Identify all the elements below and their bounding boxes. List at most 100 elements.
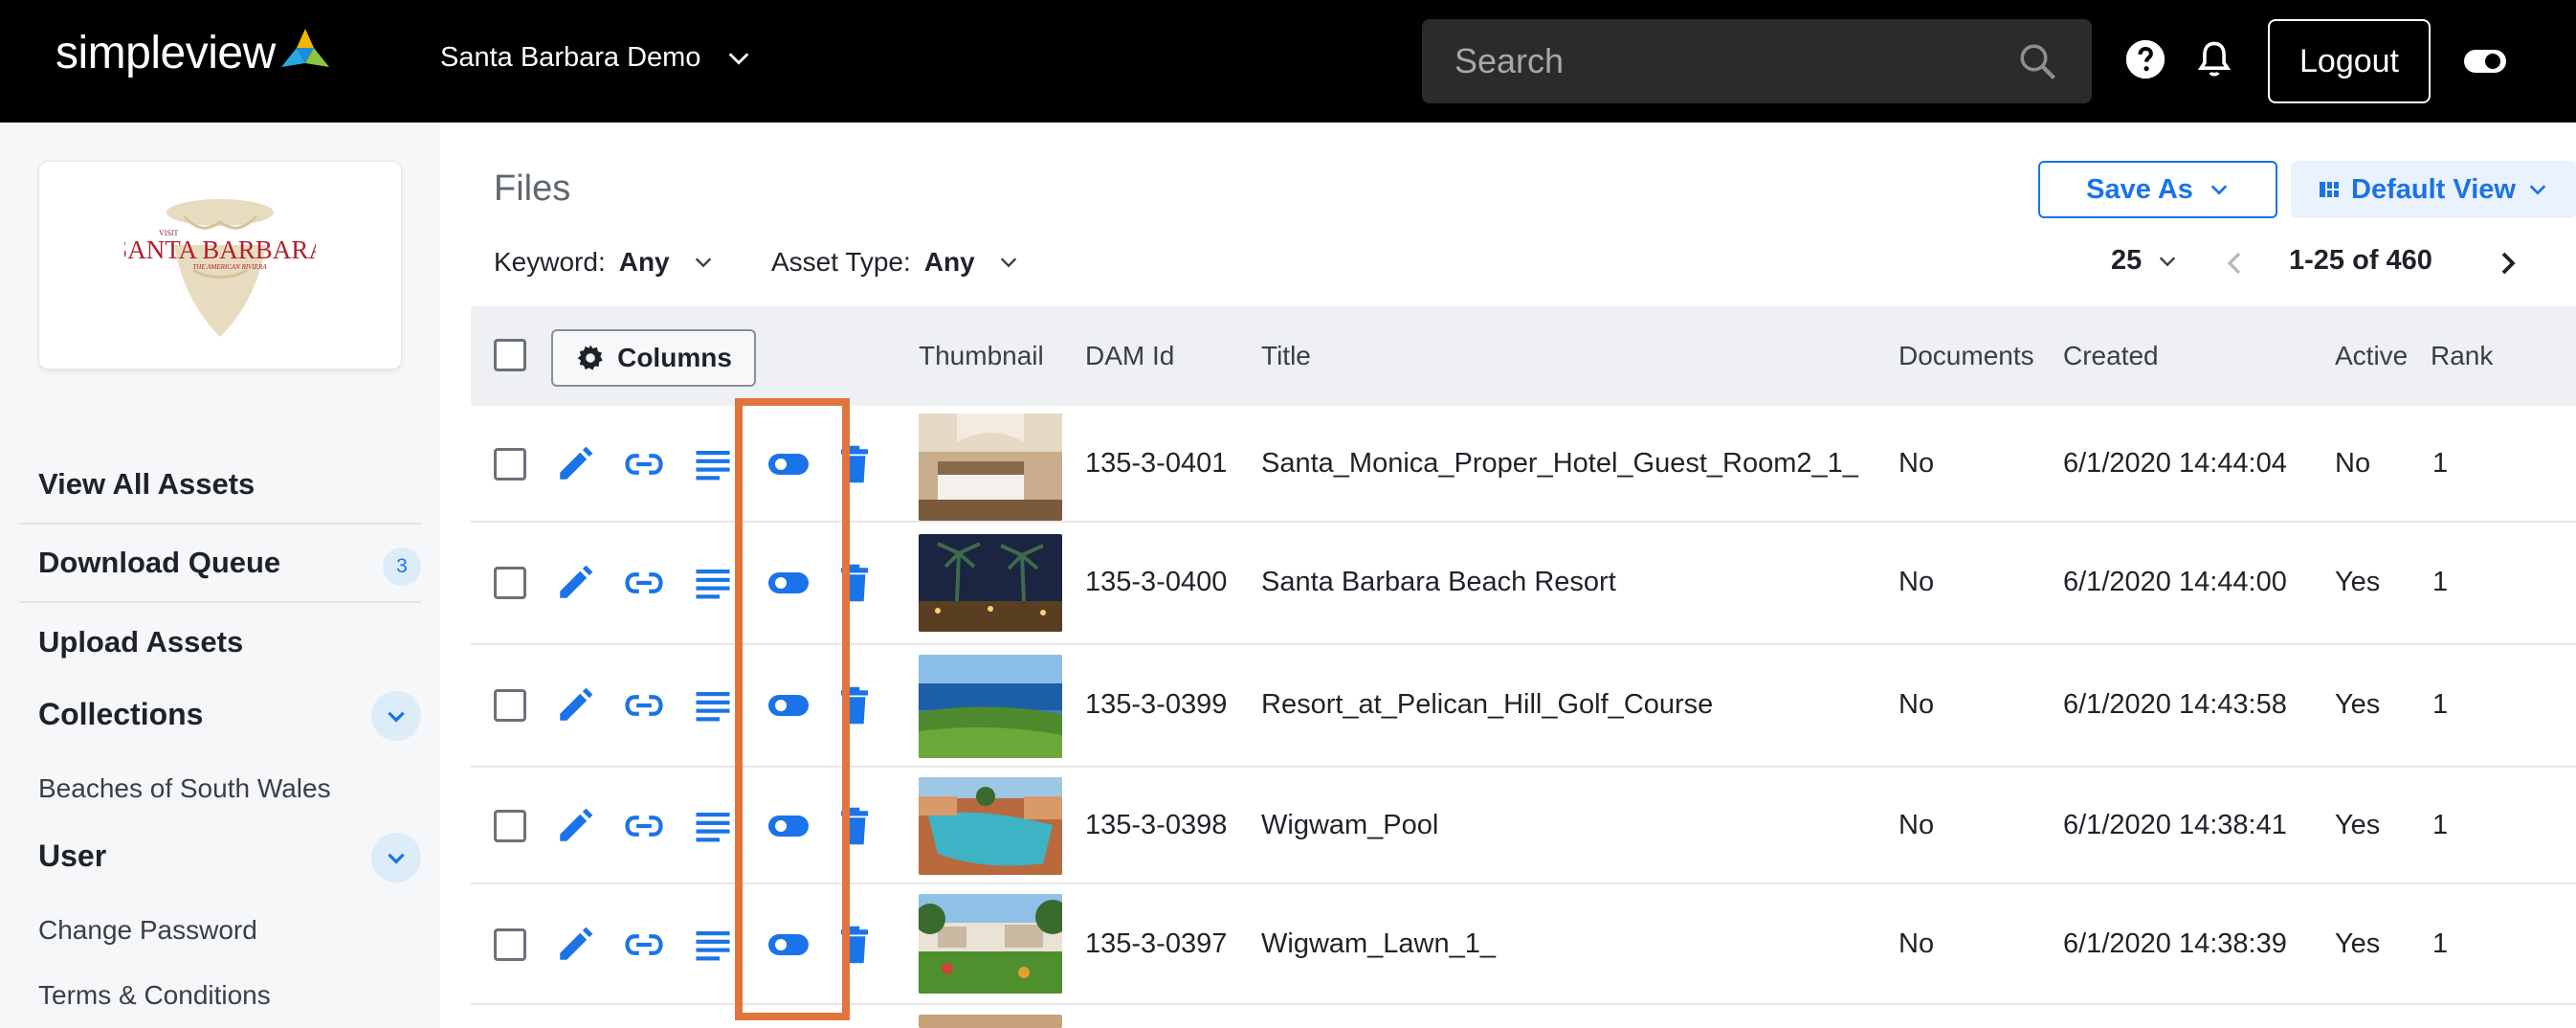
toggle-icon[interactable] xyxy=(767,693,810,718)
trash-icon[interactable] xyxy=(834,444,875,484)
nav-upload-assets[interactable]: Upload Assets xyxy=(19,603,421,682)
download-queue-badge: 3 xyxy=(383,548,421,586)
col-active[interactable]: Active xyxy=(2335,341,2408,371)
chevron-down-icon xyxy=(2160,256,2176,266)
edit-icon[interactable] xyxy=(555,925,595,965)
table-row: 135-3-0397 Wigwam_Lawn_1_ No 6/1/2020 14… xyxy=(471,884,2576,1005)
details-icon[interactable] xyxy=(693,806,733,846)
table-row: 135-3-0401 Santa_Monica_Proper_Hotel_Gue… xyxy=(471,406,2576,523)
asset-title[interactable]: Santa Barbara Beach Resort xyxy=(1261,567,1616,598)
hotel-room-thumbnail xyxy=(919,413,1062,521)
partial-thumbnail xyxy=(919,1015,1062,1028)
col-documents[interactable]: Documents xyxy=(1899,341,2034,371)
link-icon[interactable] xyxy=(624,563,664,603)
resort-lawn-thumbnail xyxy=(919,894,1062,994)
brand-mark-icon xyxy=(280,28,329,67)
user-section-header: User xyxy=(38,827,421,884)
collection-link[interactable]: Beaches of South Wales xyxy=(38,773,331,804)
link-icon[interactable] xyxy=(624,685,664,726)
chevron-down-icon xyxy=(2529,185,2546,195)
save-as-button[interactable]: Save As xyxy=(2038,161,2277,218)
col-thumbnail[interactable]: Thumbnail xyxy=(919,341,1044,371)
details-icon[interactable] xyxy=(693,563,733,603)
edit-icon[interactable] xyxy=(555,563,595,603)
thumbnail-image[interactable] xyxy=(919,894,1062,994)
keyword-filter[interactable]: Keyword: Any xyxy=(494,247,714,278)
row-checkbox[interactable] xyxy=(494,928,526,961)
details-icon[interactable] xyxy=(693,444,733,484)
toggle-icon[interactable] xyxy=(2463,48,2507,75)
help-icon[interactable] xyxy=(2124,38,2166,80)
thumbnail-image[interactable] xyxy=(919,1015,1062,1028)
terms-conditions-link[interactable]: Terms & Conditions xyxy=(38,980,271,1011)
page-title: Files xyxy=(494,168,571,209)
asset-title[interactable]: Resort_at_Pelican_Hill_Golf_Course xyxy=(1261,689,1713,721)
collections-expand-toggle[interactable] xyxy=(371,691,421,741)
resort-pool-thumbnail xyxy=(919,777,1062,875)
brand-logo[interactable]: simpleview xyxy=(56,27,333,79)
nav-view-all-assets[interactable]: View All Assets xyxy=(19,446,421,525)
trash-icon[interactable] xyxy=(834,685,875,726)
row-checkbox[interactable] xyxy=(494,448,526,480)
chevron-right-icon[interactable] xyxy=(2494,249,2522,278)
columns-button[interactable]: Columns xyxy=(551,329,756,387)
toggle-icon[interactable] xyxy=(767,570,810,595)
col-title[interactable]: Title xyxy=(1261,341,1311,371)
bell-icon[interactable] xyxy=(2193,38,2235,80)
search-icon[interactable] xyxy=(2017,41,2057,81)
active-value: Yes xyxy=(2335,567,2381,597)
details-icon[interactable] xyxy=(693,925,733,965)
details-icon[interactable] xyxy=(693,685,733,726)
col-created[interactable]: Created xyxy=(2063,341,2159,371)
dam-id: 135-3-0400 xyxy=(1085,567,1228,597)
documents-value: No xyxy=(1899,448,1935,479)
active-value: Yes xyxy=(2335,928,2381,959)
edit-icon[interactable] xyxy=(555,806,595,846)
change-password-link[interactable]: Change Password xyxy=(38,915,257,946)
documents-value: No xyxy=(1899,567,1935,597)
asset-type-filter[interactable]: Asset Type: Any xyxy=(771,247,1019,278)
site-switcher[interactable]: Santa Barbara Demo xyxy=(440,42,752,74)
col-dam-id[interactable]: DAM Id xyxy=(1085,341,1174,371)
per-page-select[interactable]: 25 xyxy=(2111,245,2178,277)
toggle-icon[interactable] xyxy=(767,932,810,957)
thumbnail-image[interactable] xyxy=(919,413,1062,521)
user-expand-toggle[interactable] xyxy=(371,833,421,883)
toggle-icon[interactable] xyxy=(767,452,810,477)
row-checkbox[interactable] xyxy=(494,689,526,722)
link-icon[interactable] xyxy=(624,806,664,846)
col-rank[interactable]: Rank xyxy=(2431,341,2493,371)
documents-value: No xyxy=(1899,928,1935,959)
asset-title[interactable]: Wigwam_Lawn_1_ xyxy=(1261,928,1496,960)
asset-title[interactable]: Santa_Monica_Proper_Hotel_Guest_Room2_1_ xyxy=(1261,448,1858,480)
search-input[interactable] xyxy=(1422,41,2017,81)
default-view-button[interactable]: Default View xyxy=(2291,161,2576,218)
link-icon[interactable] xyxy=(624,444,664,484)
trash-icon[interactable] xyxy=(834,563,875,603)
link-icon[interactable] xyxy=(624,925,664,965)
chevron-down-icon xyxy=(1000,257,1016,268)
nav-download-queue[interactable]: Download Queue 3 xyxy=(19,525,421,603)
created-value: 6/1/2020 14:44:00 xyxy=(2063,567,2287,597)
select-all-checkbox[interactable] xyxy=(494,339,526,371)
chevron-left-icon[interactable] xyxy=(2220,249,2249,278)
thumbnail-image[interactable] xyxy=(919,534,1062,632)
edit-icon[interactable] xyxy=(555,444,595,484)
edit-icon[interactable] xyxy=(555,685,595,726)
table-row xyxy=(471,1005,2576,1028)
thumbnail-image[interactable] xyxy=(919,655,1062,758)
site-name: Santa Barbara Demo xyxy=(440,42,701,73)
rank-value: 1 xyxy=(2432,689,2449,720)
row-checkbox[interactable] xyxy=(494,810,526,842)
logout-button[interactable]: Logout xyxy=(2268,19,2431,103)
thumbnail-image[interactable] xyxy=(919,777,1062,875)
active-value: No xyxy=(2335,448,2371,479)
chevron-down-icon xyxy=(2210,185,2228,195)
toggle-icon[interactable] xyxy=(767,814,810,838)
asset-title[interactable]: Wigwam_Pool xyxy=(1261,810,1438,841)
row-checkbox[interactable] xyxy=(494,567,526,599)
created-value: 6/1/2020 14:43:58 xyxy=(2063,689,2287,720)
trash-icon[interactable] xyxy=(834,806,875,846)
trash-icon[interactable] xyxy=(834,925,875,965)
svg-text:SANTA BARBARA: SANTA BARBARA xyxy=(124,235,316,264)
